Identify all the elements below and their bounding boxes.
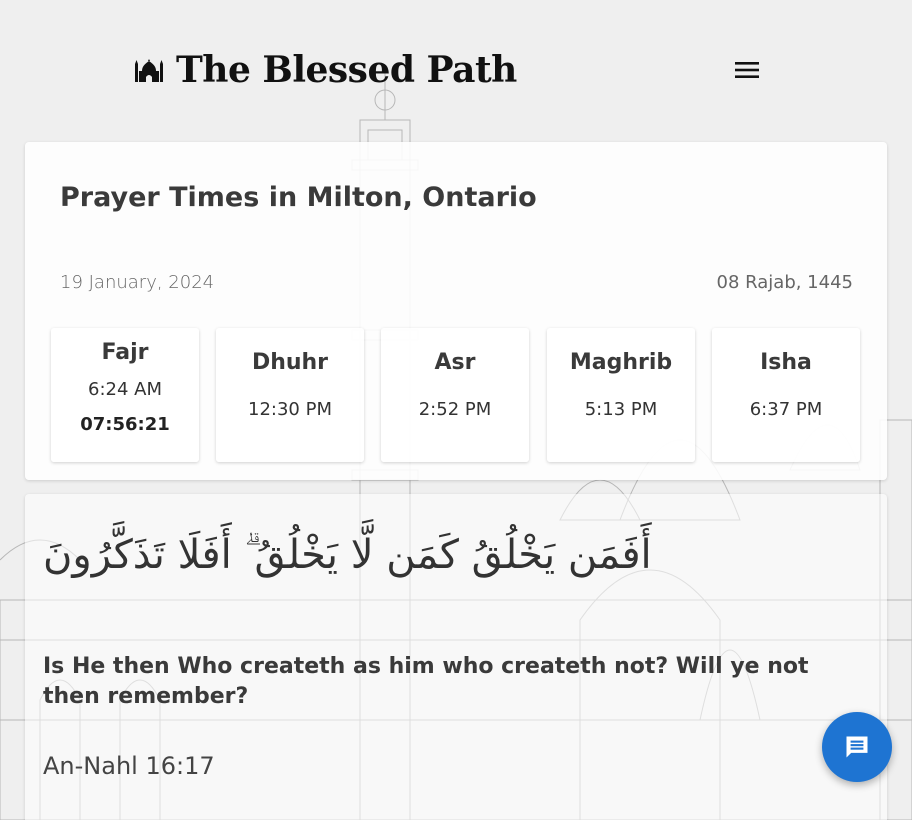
prayer-countdown: 07:56:21	[80, 414, 170, 435]
prayer-times-title: Prayer Times in Milton, Ontario	[60, 182, 537, 213]
prayer-name: Asr	[434, 350, 476, 375]
prayer-time-value: 6:24 AM	[88, 379, 162, 400]
verse-card: أَفَمَن يَخْلُقُ كَمَن لَّا يَخْلُقُ ۗ أ…	[25, 494, 887, 820]
hijri-date: 08 Rajab, 1445	[716, 272, 853, 293]
site-logo[interactable]: The Blessed Path	[134, 50, 517, 90]
menu-button[interactable]	[730, 56, 764, 84]
hamburger-menu-icon	[735, 62, 759, 78]
prayer-time-value: 12:30 PM	[248, 399, 332, 420]
prayer-time-maghrib: Maghrib 5:13 PM	[547, 328, 695, 462]
verse-translation: Is He then Who createth as him who creat…	[43, 654, 809, 709]
prayer-name: Isha	[760, 350, 812, 375]
prayer-time-fajr: Fajr 6:24 AM 07:56:21	[51, 328, 199, 462]
site-header: The Blessed Path	[0, 0, 912, 140]
chat-button[interactable]	[822, 712, 892, 782]
site-title: The Blessed Path	[176, 49, 517, 91]
chat-bubble-icon	[846, 736, 868, 758]
prayer-time-isha: Isha 6:37 PM	[712, 328, 860, 462]
prayer-times-card: Prayer Times in Milton, Ontario 19 Janua…	[25, 142, 887, 480]
mosque-icon	[135, 59, 163, 82]
prayer-times-list: Fajr 6:24 AM 07:56:21 Dhuhr 12:30 PM Asr…	[51, 328, 861, 462]
prayer-time-value: 2:52 PM	[418, 399, 492, 420]
prayer-time-dhuhr: Dhuhr 12:30 PM	[216, 328, 364, 462]
gregorian-date: 19 January, 2024	[60, 272, 215, 293]
prayer-time-asr: Asr 2:52 PM	[381, 328, 529, 462]
prayer-time-value: 6:37 PM	[749, 399, 823, 420]
prayer-time-value: 5:13 PM	[584, 399, 658, 420]
prayer-name: Fajr	[101, 340, 149, 365]
verse-arabic-text: أَفَمَن يَخْلُقُ كَمَن لَّا يَخْلُقُ ۗ أ…	[43, 532, 652, 578]
prayer-name: Maghrib	[569, 350, 673, 375]
page: The Blessed Path Prayer Times in Milton,…	[0, 0, 912, 820]
verse-reference: An-Nahl 16:17	[43, 752, 215, 780]
prayer-name: Dhuhr	[251, 350, 329, 375]
